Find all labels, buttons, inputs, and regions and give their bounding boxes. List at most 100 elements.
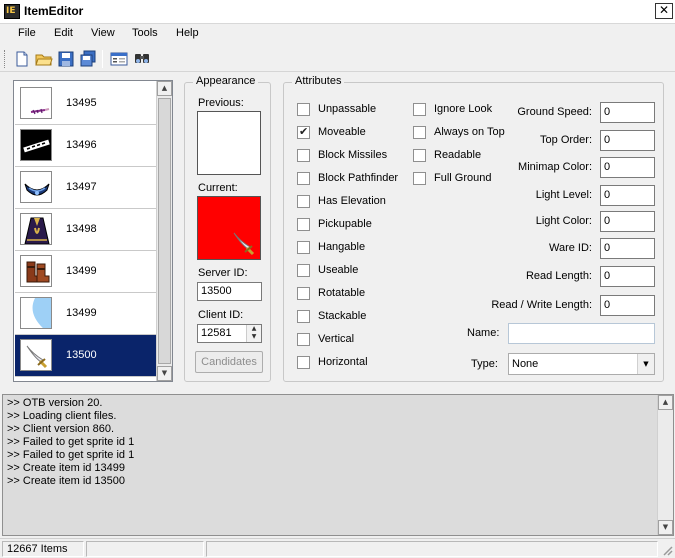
checkbox-label: Full Ground bbox=[434, 172, 492, 184]
checkbox-box[interactable] bbox=[413, 126, 426, 139]
scroll-down-icon[interactable]: ▼ bbox=[658, 520, 673, 535]
type-select[interactable]: None ▼ bbox=[508, 353, 655, 375]
checkbox-label: Pickupable bbox=[318, 218, 372, 230]
save-as-icon[interactable] bbox=[79, 50, 97, 68]
checkbox-box[interactable] bbox=[413, 103, 426, 116]
name-label: Name: bbox=[467, 327, 500, 339]
field-label: Ground Speed: bbox=[517, 106, 592, 118]
list-item[interactable]: 13498 bbox=[15, 209, 156, 251]
appearance-group: Appearance Previous: Current: Server ID:… bbox=[184, 75, 271, 382]
close-button[interactable]: ✕ bbox=[655, 3, 673, 19]
name-input[interactable] bbox=[508, 323, 655, 344]
current-label: Current: bbox=[198, 182, 238, 194]
field-input-minimap-color[interactable]: 0 bbox=[600, 157, 655, 178]
field-input-light-level[interactable]: 0 bbox=[600, 185, 655, 206]
log-scrollbar[interactable]: ▲ ▼ bbox=[657, 395, 673, 535]
new-file-icon[interactable] bbox=[13, 50, 31, 68]
checkbox-box[interactable] bbox=[297, 287, 310, 300]
log-lines: >> OTB version 20. >> Loading client file… bbox=[7, 397, 134, 488]
server-id-field[interactable]: 13500 bbox=[197, 282, 262, 301]
checkbox-box[interactable] bbox=[297, 264, 310, 277]
item-id: 13499 bbox=[66, 307, 97, 319]
list-item[interactable]: 13499 bbox=[15, 293, 156, 335]
field-input-light-color[interactable]: 0 bbox=[600, 211, 655, 232]
field-input-read-write-length[interactable]: 0 bbox=[600, 295, 655, 316]
checkbox-label: Hangable bbox=[318, 241, 366, 253]
field-label: Ware ID: bbox=[549, 242, 592, 254]
item-sprite-dagger bbox=[20, 87, 52, 119]
item-sprite-scroll-text bbox=[20, 129, 52, 161]
field-input-ware-id[interactable]: 0 bbox=[600, 238, 655, 259]
item-sprite-scimitar bbox=[20, 339, 52, 371]
log-line: >> OTB version 20. bbox=[7, 397, 103, 409]
checkbox-label: Useable bbox=[318, 264, 359, 276]
menu-edit[interactable]: Edit bbox=[54, 27, 73, 39]
log-output[interactable]: >> OTB version 20. >> Loading client file… bbox=[2, 394, 674, 536]
client-id-stepper[interactable]: 12581 ▲ ▼ bbox=[197, 324, 262, 343]
checkbox-box[interactable] bbox=[297, 218, 310, 231]
spin-down-icon[interactable]: ▼ bbox=[247, 333, 261, 341]
checkbox-label: Moveable bbox=[318, 126, 366, 138]
checkbox-label: Readable bbox=[434, 149, 482, 161]
spin-up-icon[interactable]: ▲ bbox=[247, 325, 261, 333]
checkbox-box[interactable] bbox=[297, 356, 310, 369]
resize-grip-icon[interactable] bbox=[661, 544, 673, 556]
list-item[interactable]: 13499 bbox=[15, 251, 156, 293]
client-id-spin[interactable]: ▲ ▼ bbox=[246, 325, 261, 342]
checkbox-box[interactable] bbox=[297, 333, 310, 346]
checkbox-box[interactable]: ✔ bbox=[297, 125, 310, 139]
field-input-ground-speed[interactable]: 0 bbox=[600, 102, 655, 123]
log-line: >> Loading client files. bbox=[7, 410, 117, 422]
previous-label: Previous: bbox=[198, 97, 244, 109]
toolbar bbox=[0, 46, 675, 72]
checkbox-box[interactable] bbox=[297, 172, 310, 185]
open-folder-icon[interactable] bbox=[35, 50, 53, 68]
menu-tools[interactable]: Tools bbox=[132, 27, 158, 39]
checkbox-box[interactable] bbox=[413, 149, 426, 162]
client-id-value: 12581 bbox=[201, 327, 232, 339]
scroll-up-icon[interactable]: ▲ bbox=[157, 81, 172, 96]
menu-file[interactable]: File bbox=[18, 27, 36, 39]
list-item-selected[interactable]: 13500 bbox=[15, 335, 156, 377]
log-line: >> Failed to get sprite id 1 bbox=[7, 436, 135, 448]
checkbox-box[interactable] bbox=[297, 103, 310, 116]
type-label: Type: bbox=[471, 358, 498, 370]
checkbox-box[interactable] bbox=[297, 149, 310, 162]
checkbox-label: Block Missiles bbox=[318, 149, 388, 161]
item-list[interactable]: 13495 13496 13497 13498 13499 13499 1350… bbox=[13, 80, 173, 382]
item-id: 13499 bbox=[66, 265, 97, 277]
checkbox-label: Block Pathfinder bbox=[318, 172, 399, 184]
candidates-button[interactable]: Candidates bbox=[195, 351, 263, 373]
item-list-scrollbar[interactable]: ▲ ▼ bbox=[156, 81, 172, 381]
scroll-down-icon[interactable]: ▼ bbox=[157, 366, 172, 381]
app-icon: IE bbox=[4, 4, 20, 19]
find-icon[interactable] bbox=[133, 50, 151, 68]
field-input-top-order[interactable]: 0 bbox=[600, 130, 655, 151]
title-bar: IE ItemEditor ✕ bbox=[0, 0, 675, 24]
item-count-status: 12667 Items bbox=[2, 541, 84, 557]
checkbox-box[interactable] bbox=[297, 310, 310, 323]
list-item[interactable]: 13495 bbox=[15, 83, 156, 125]
item-id: 13500 bbox=[66, 349, 97, 361]
checkbox-box[interactable] bbox=[297, 241, 310, 254]
type-value: None bbox=[512, 358, 539, 370]
toolbar-grip[interactable] bbox=[4, 50, 7, 68]
checkbox-label: Horizontal bbox=[318, 356, 368, 368]
properties-icon[interactable] bbox=[110, 50, 128, 68]
checkbox-label: Unpassable bbox=[318, 103, 377, 115]
checkbox-box[interactable] bbox=[297, 195, 310, 208]
menu-help[interactable]: Help bbox=[176, 27, 199, 39]
log-line: >> Failed to get sprite id 1 bbox=[7, 449, 135, 461]
scroll-up-icon[interactable]: ▲ bbox=[658, 395, 673, 410]
menu-view[interactable]: View bbox=[91, 27, 115, 39]
chevron-down-icon[interactable]: ▼ bbox=[637, 354, 654, 374]
field-input-read-length[interactable]: 0 bbox=[600, 266, 655, 287]
list-item[interactable]: 13497 bbox=[15, 167, 156, 209]
item-sprite-boots bbox=[20, 255, 52, 287]
checkbox-label: Vertical bbox=[318, 333, 355, 345]
list-item[interactable]: 13496 bbox=[15, 125, 156, 167]
checkbox-box[interactable] bbox=[413, 172, 426, 185]
server-id-label: Server ID: bbox=[198, 267, 248, 279]
save-icon[interactable] bbox=[57, 50, 75, 68]
scrollbar-thumb[interactable] bbox=[158, 98, 171, 364]
